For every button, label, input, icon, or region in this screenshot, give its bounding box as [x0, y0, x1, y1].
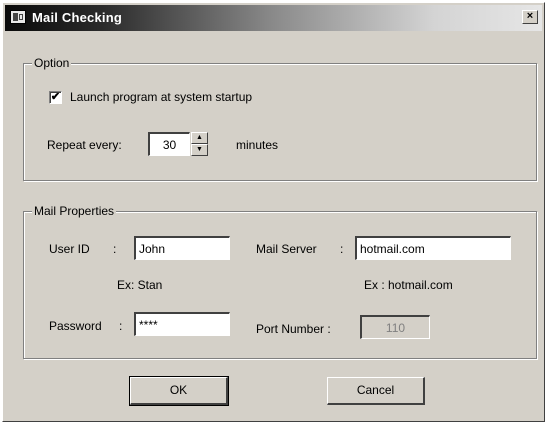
window-title: Mail Checking — [32, 10, 123, 25]
launch-at-startup-checkbox[interactable]: ✔ — [49, 91, 62, 104]
port-number-label: Port Number : — [256, 322, 331, 336]
mail-server-label: Mail Server — [256, 242, 317, 256]
spin-up-button[interactable]: ▲ — [191, 132, 208, 144]
mail-properties-group: Mail Properties User ID : John Ex: Stan … — [23, 204, 537, 359]
ok-button[interactable]: OK — [129, 376, 229, 406]
close-button[interactable]: × — [522, 10, 538, 24]
password-value: **** — [139, 318, 158, 332]
mail-server-input[interactable]: hotmail.com — [355, 236, 511, 260]
userid-input[interactable]: John — [134, 236, 230, 260]
repeat-interval-input[interactable]: 30 — [148, 132, 190, 156]
option-group: Option ✔ Launch program at system startu… — [23, 56, 537, 181]
option-legend: Option — [32, 56, 72, 70]
password-input[interactable]: **** — [134, 312, 230, 336]
mail-checking-dialog: Mail Checking × Option ✔ Launch program … — [2, 2, 545, 422]
password-label: Password — [49, 319, 102, 333]
userid-label: User ID — [49, 242, 90, 256]
mail-server-colon: : — [340, 242, 344, 256]
arrow-up-icon: ▲ — [196, 134, 203, 141]
minutes-label: minutes — [236, 138, 279, 152]
userid-value: John — [139, 242, 166, 256]
mail-server-example: Ex : hotmail.com — [364, 278, 453, 292]
repeat-every-label: Repeat every: — [47, 138, 122, 152]
cancel-button[interactable]: Cancel — [327, 377, 425, 405]
cancel-button-label: Cancel — [356, 383, 395, 397]
ok-button-label: OK — [169, 383, 188, 397]
app-icon — [10, 10, 26, 24]
title-bar[interactable]: Mail Checking × — [5, 5, 542, 31]
spin-down-button[interactable]: ▼ — [191, 144, 208, 156]
arrow-down-icon: ▼ — [196, 146, 203, 153]
close-icon: × — [526, 10, 534, 22]
port-number-input: 110 — [360, 315, 430, 339]
check-icon: ✔ — [50, 91, 61, 103]
userid-example: Ex: Stan — [117, 278, 163, 292]
launch-at-startup-label[interactable]: Launch program at system startup — [70, 90, 252, 104]
userid-colon: : — [113, 242, 117, 256]
mail-properties-legend: Mail Properties — [32, 204, 117, 218]
repeat-interval-spinner[interactable]: ▲ ▼ — [191, 132, 208, 156]
repeat-interval-value: 30 — [162, 138, 177, 152]
port-number-value: 110 — [385, 321, 406, 335]
mail-server-value: hotmail.com — [360, 242, 425, 256]
password-colon: : — [119, 319, 123, 333]
